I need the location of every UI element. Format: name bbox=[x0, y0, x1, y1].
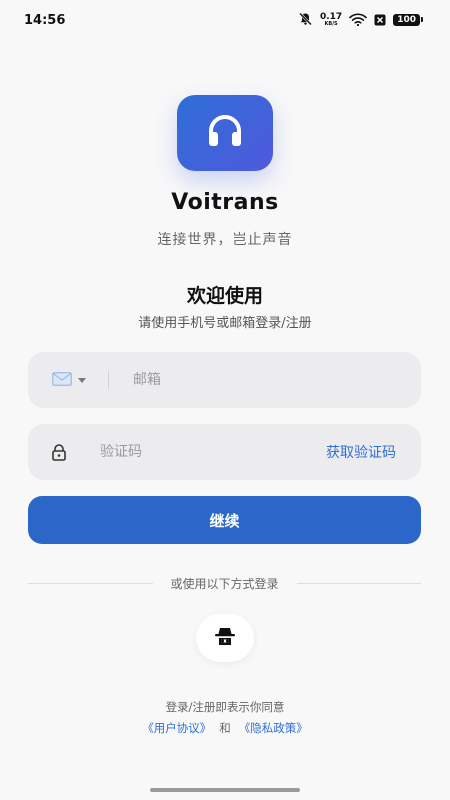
welcome-subtitle: 请使用手机号或邮箱登录/注册 bbox=[138, 316, 312, 331]
incognito-icon bbox=[214, 626, 236, 650]
privacy-policy-link[interactable]: 《隐私政策》 bbox=[239, 721, 308, 735]
verification-code-input[interactable] bbox=[100, 444, 280, 460]
alt-login-divider: 或使用以下方式登录 bbox=[28, 573, 422, 593]
status-icons: 0.17 KB/S 100 bbox=[298, 11, 423, 30]
agreement-text: 登录/注册即表示你同意 bbox=[165, 700, 285, 714]
status-bar: 14:56 0.17 KB/S 100 bbox=[0, 0, 450, 40]
alt-login-label: 或使用以下方式登录 bbox=[170, 576, 279, 591]
wifi-icon bbox=[349, 11, 368, 30]
get-code-button[interactable]: 获取验证码 bbox=[326, 424, 396, 480]
app-logo bbox=[177, 95, 273, 171]
home-indicator[interactable] bbox=[150, 788, 300, 792]
welcome-title: 欢迎使用 bbox=[186, 285, 263, 307]
headphones-icon bbox=[205, 112, 245, 154]
mail-icon bbox=[52, 371, 72, 390]
network-speed-unit: KB/S bbox=[324, 21, 338, 27]
divider-line-right bbox=[296, 582, 422, 584]
email-field bbox=[28, 352, 421, 408]
email-input[interactable] bbox=[133, 372, 373, 388]
sim-blocked-icon bbox=[374, 11, 386, 30]
user-agreement-link[interactable]: 《用户协议》 bbox=[142, 721, 211, 735]
continue-button[interactable]: 继续 bbox=[28, 496, 421, 544]
notifications-off-icon bbox=[298, 11, 313, 30]
chevron-down-icon bbox=[78, 377, 86, 383]
lock-icon bbox=[50, 443, 68, 461]
verification-code-field: 获取验证码 bbox=[28, 424, 421, 480]
app-name: Voitrans bbox=[171, 190, 279, 215]
and-text: 和 bbox=[219, 721, 231, 735]
account-type-dropdown[interactable] bbox=[52, 371, 86, 390]
legal-links: 《用户协议》和《隐私政策》 bbox=[0, 720, 450, 736]
status-time: 14:56 bbox=[24, 12, 66, 28]
field-divider bbox=[108, 371, 109, 389]
guest-login-button[interactable] bbox=[196, 614, 254, 662]
battery-indicator: 100 bbox=[393, 14, 423, 26]
network-speed: 0.17 KB/S bbox=[320, 13, 342, 27]
divider-line-left bbox=[28, 582, 153, 584]
app-tagline: 连接世界，岂止声音 bbox=[157, 232, 293, 248]
